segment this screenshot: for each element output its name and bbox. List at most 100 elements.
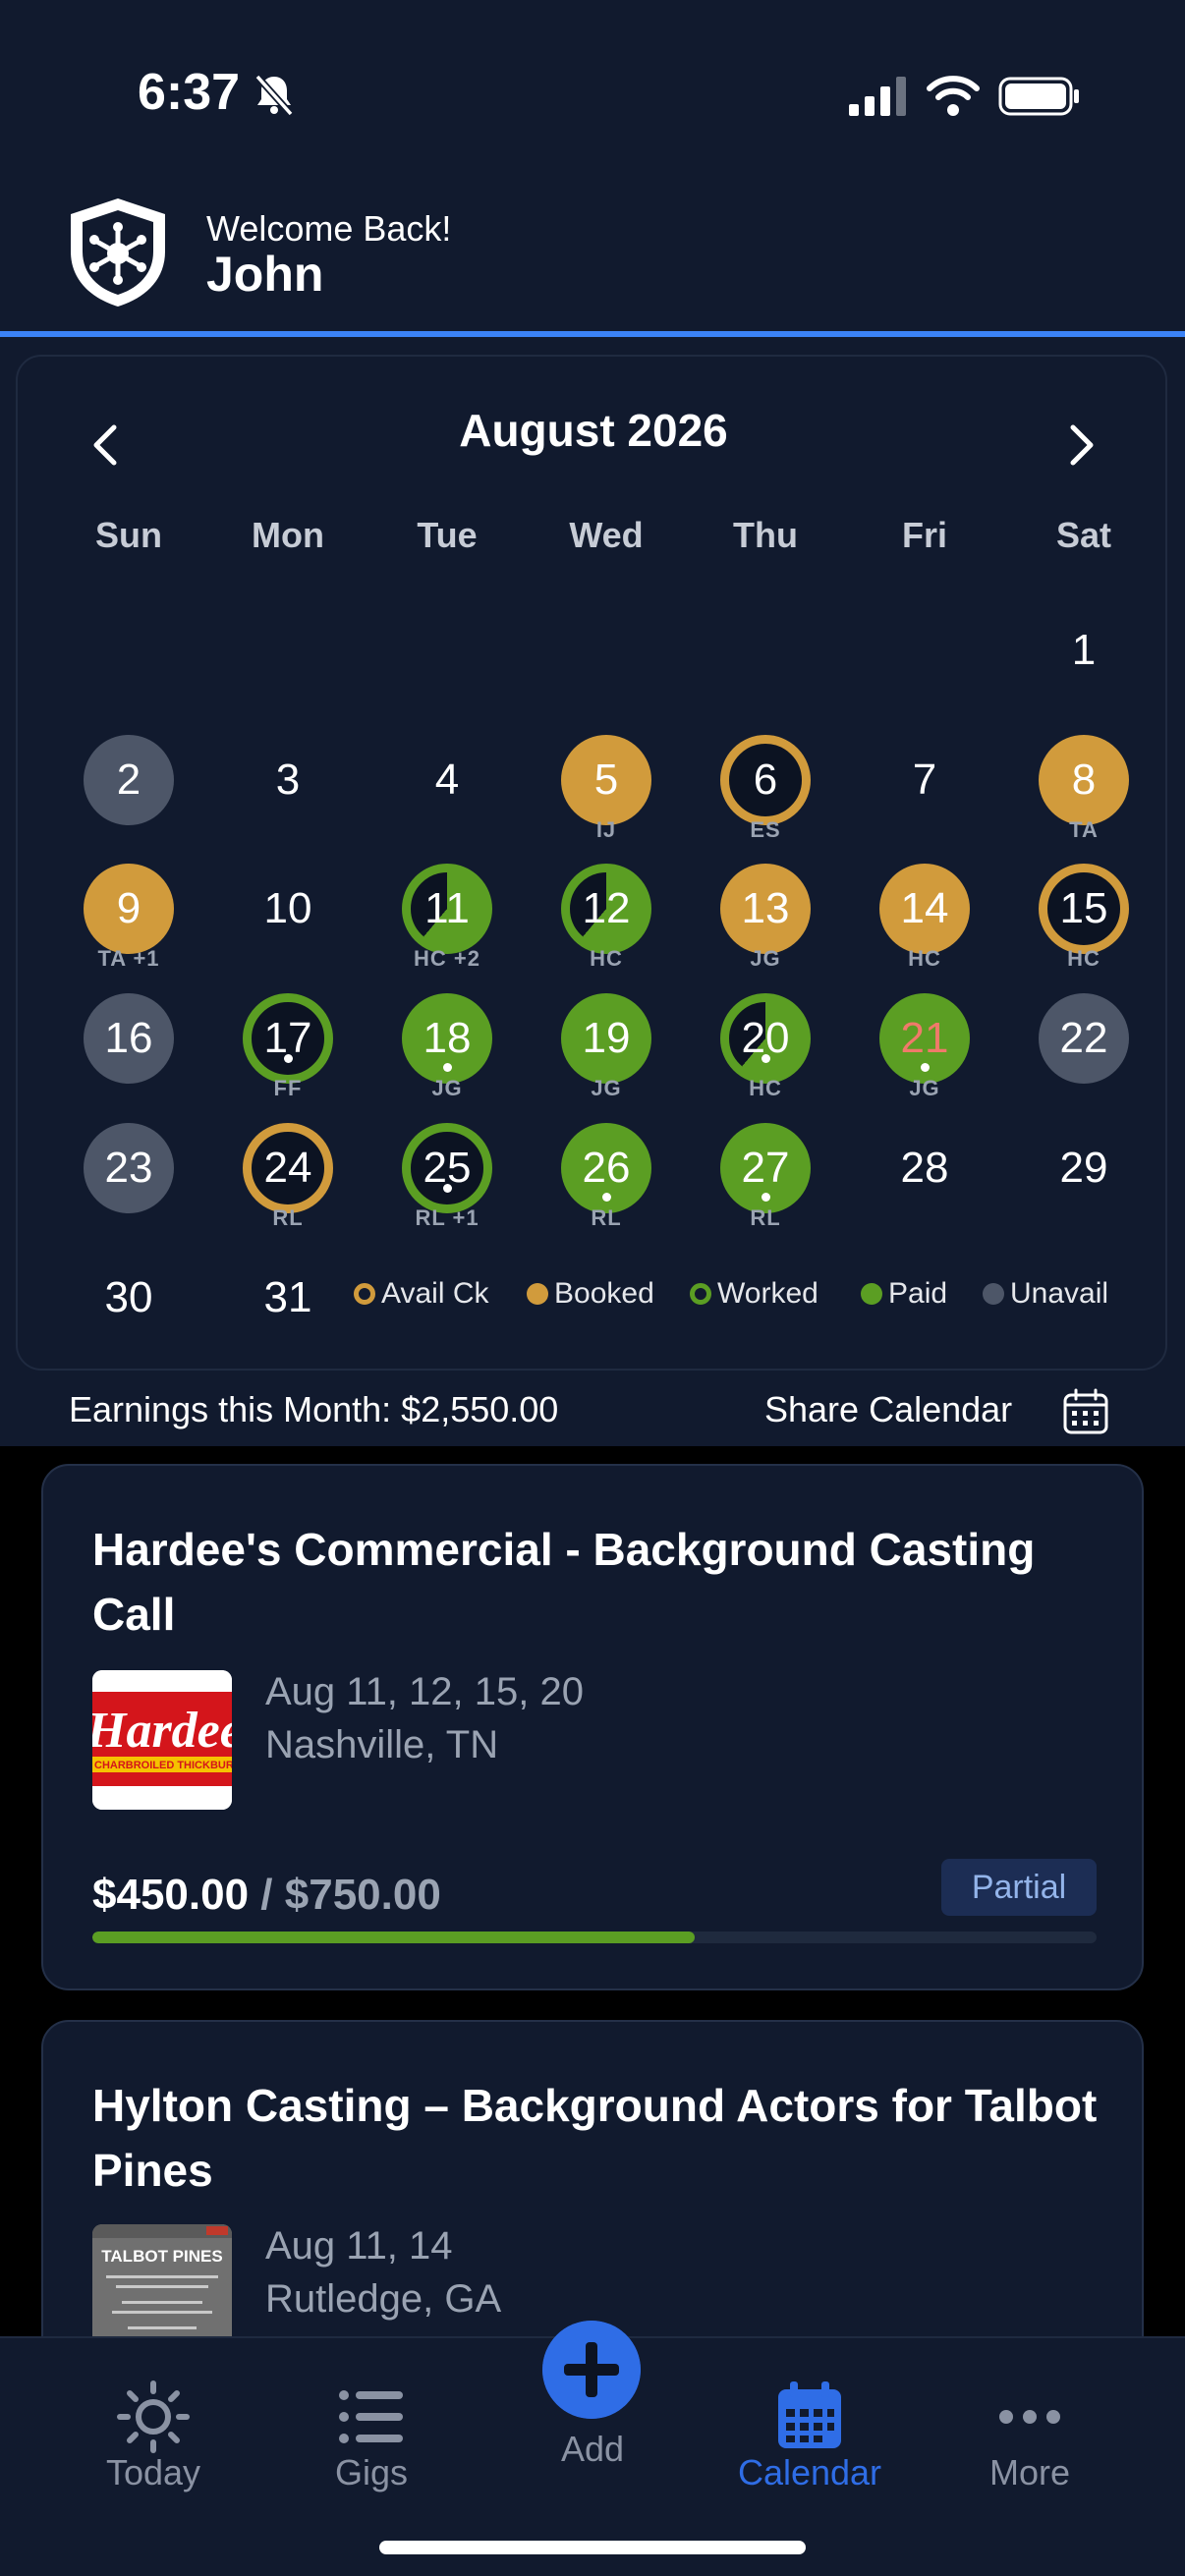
- calendar-share-icon[interactable]: [1061, 1387, 1110, 1436]
- legend-swatch: [983, 1283, 1004, 1305]
- app-header: Welcome Back! John: [0, 187, 1185, 332]
- gig-card[interactable]: Hardee's Commercial - Background Casting…: [41, 1464, 1144, 1990]
- day-dot: [761, 1054, 770, 1063]
- day-number: 2: [116, 756, 141, 804]
- total-amount: $750.00: [284, 1871, 441, 1919]
- thumb-flyer-text: TALBOT PINES: [101, 2247, 222, 2266]
- calendar-day[interactable]: 27: [720, 1123, 811, 1213]
- tab-add-label: Add: [560, 2429, 625, 2469]
- day-number: 5: [593, 756, 619, 804]
- calendar-day[interactable]: 16: [84, 993, 174, 1084]
- day-number: 23: [104, 1144, 153, 1192]
- header-divider: [0, 331, 1185, 337]
- thumb-logo-text: Hardee's: [92, 1703, 232, 1759]
- day-number: 14: [900, 884, 949, 932]
- calendar-day[interactable]: 11: [402, 864, 492, 954]
- calendar-day[interactable]: 9: [84, 864, 174, 954]
- add-plus-icon[interactable]: [542, 2321, 641, 2419]
- calendar-day[interactable]: 14: [879, 864, 970, 954]
- legend-label: Avail Ck: [381, 1277, 489, 1310]
- day-tag: ES: [750, 817, 781, 842]
- calendar-day[interactable]: 5: [561, 735, 651, 825]
- day-number: 21: [900, 1014, 949, 1062]
- calendar-day[interactable]: 13: [720, 864, 811, 954]
- amount-separator: /: [249, 1871, 285, 1919]
- calendar-day[interactable]: 31: [243, 1253, 333, 1343]
- day-dot: [442, 1063, 452, 1072]
- earnings-bar: Earnings this Month: $2,550.00 Share Cal…: [0, 1377, 1185, 1446]
- app-background: 6:37 Welcome Back! John August 2026 Sun …: [0, 0, 1185, 1446]
- calendar-day[interactable]: 8: [1039, 735, 1129, 825]
- day-number: 24: [263, 1144, 312, 1192]
- day-tag: FF: [273, 1076, 303, 1100]
- tab-calendar-label: Calendar: [737, 2452, 882, 2492]
- legend-label: Booked: [554, 1277, 654, 1310]
- calendar-day[interactable]: 19: [561, 993, 651, 1084]
- calendar-day[interactable]: 23: [84, 1123, 174, 1213]
- calendar-day[interactable]: 6: [720, 735, 811, 825]
- calendar-day[interactable]: 21: [879, 993, 970, 1084]
- calendar-day[interactable]: 17: [243, 993, 333, 1084]
- calendar-day[interactable]: 18: [402, 993, 492, 1084]
- battery-icon: [998, 77, 1079, 116]
- calendar-day[interactable]: 22: [1039, 993, 1129, 1084]
- legend-swatch: [527, 1283, 548, 1305]
- day-number: 30: [104, 1273, 153, 1321]
- gig-title: Hylton Casting – Background Actors for T…: [92, 2080, 1098, 2196]
- legend-swatch: [861, 1283, 882, 1305]
- calendar-day[interactable]: 24: [243, 1123, 333, 1213]
- list-icon: [339, 2390, 403, 2443]
- legend-item: Paid: [861, 1277, 947, 1311]
- calendar-day[interactable]: 26: [561, 1123, 651, 1213]
- day-number: 31: [263, 1273, 312, 1321]
- day-tag: JG: [591, 1076, 622, 1100]
- weekday-header: Fri: [901, 515, 947, 555]
- calendar-day[interactable]: 10: [243, 864, 333, 954]
- calendar-day[interactable]: 3: [243, 735, 333, 825]
- calendar-day[interactable]: 15: [1039, 864, 1129, 954]
- payment-progress-fill: [92, 1932, 696, 1943]
- calendar-day[interactable]: 25: [402, 1123, 492, 1213]
- day-number: 26: [582, 1144, 631, 1192]
- day-tag: HC: [908, 946, 941, 971]
- day-number: 3: [275, 756, 301, 804]
- day-tag: TA: [1069, 817, 1099, 842]
- gig-amount: $450.00 / $750.00: [92, 1871, 441, 1920]
- legend-item: Unavail: [983, 1277, 1108, 1311]
- cellular-signal-icon: [849, 77, 906, 116]
- month-title: August 2026: [459, 405, 728, 456]
- day-number: 9: [116, 884, 141, 932]
- calendar-day[interactable]: 2: [84, 735, 174, 825]
- day-dot: [442, 1184, 452, 1193]
- calendar-day[interactable]: 12: [561, 864, 651, 954]
- legend-label: Worked: [717, 1277, 818, 1310]
- thumb-logo-subtext: CHARBROILED THICKBURGERS: [94, 1760, 232, 1771]
- day-number: 1: [1071, 626, 1097, 674]
- sun-icon: [117, 2380, 190, 2453]
- calendar-day[interactable]: 4: [402, 735, 492, 825]
- next-month-button[interactable]: [1051, 416, 1110, 475]
- day-tag: JG: [431, 1076, 463, 1100]
- calendar-day[interactable]: 29: [1039, 1123, 1129, 1213]
- calendar-day[interactable]: 7: [879, 735, 970, 825]
- calendar-day[interactable]: 1: [1039, 605, 1129, 696]
- calendar-day[interactable]: 30: [84, 1253, 174, 1343]
- tab-more-label: More: [988, 2452, 1071, 2492]
- weekday-header: Thu: [733, 515, 798, 555]
- gig-title: Hardee's Commercial - Background Casting…: [92, 1524, 1036, 1640]
- day-tag: IJ: [595, 817, 617, 842]
- day-number: 28: [900, 1144, 949, 1192]
- day-dot: [601, 1193, 611, 1202]
- calendar-day[interactable]: 28: [879, 1123, 970, 1213]
- day-number: 19: [582, 1014, 631, 1062]
- day-number: 18: [423, 1014, 472, 1062]
- day-number: 22: [1059, 1014, 1108, 1062]
- share-calendar-button[interactable]: Share Calendar: [764, 1389, 1012, 1430]
- weekday-header: Wed: [569, 515, 644, 555]
- day-tag: RL: [750, 1205, 781, 1230]
- calendar-day[interactable]: 20: [720, 993, 811, 1084]
- weekday-header: Sun: [95, 515, 162, 555]
- gig-location: Nashville, TN: [265, 1723, 499, 1766]
- legend-label: Paid: [888, 1277, 948, 1310]
- day-tag: RL +1: [415, 1205, 480, 1230]
